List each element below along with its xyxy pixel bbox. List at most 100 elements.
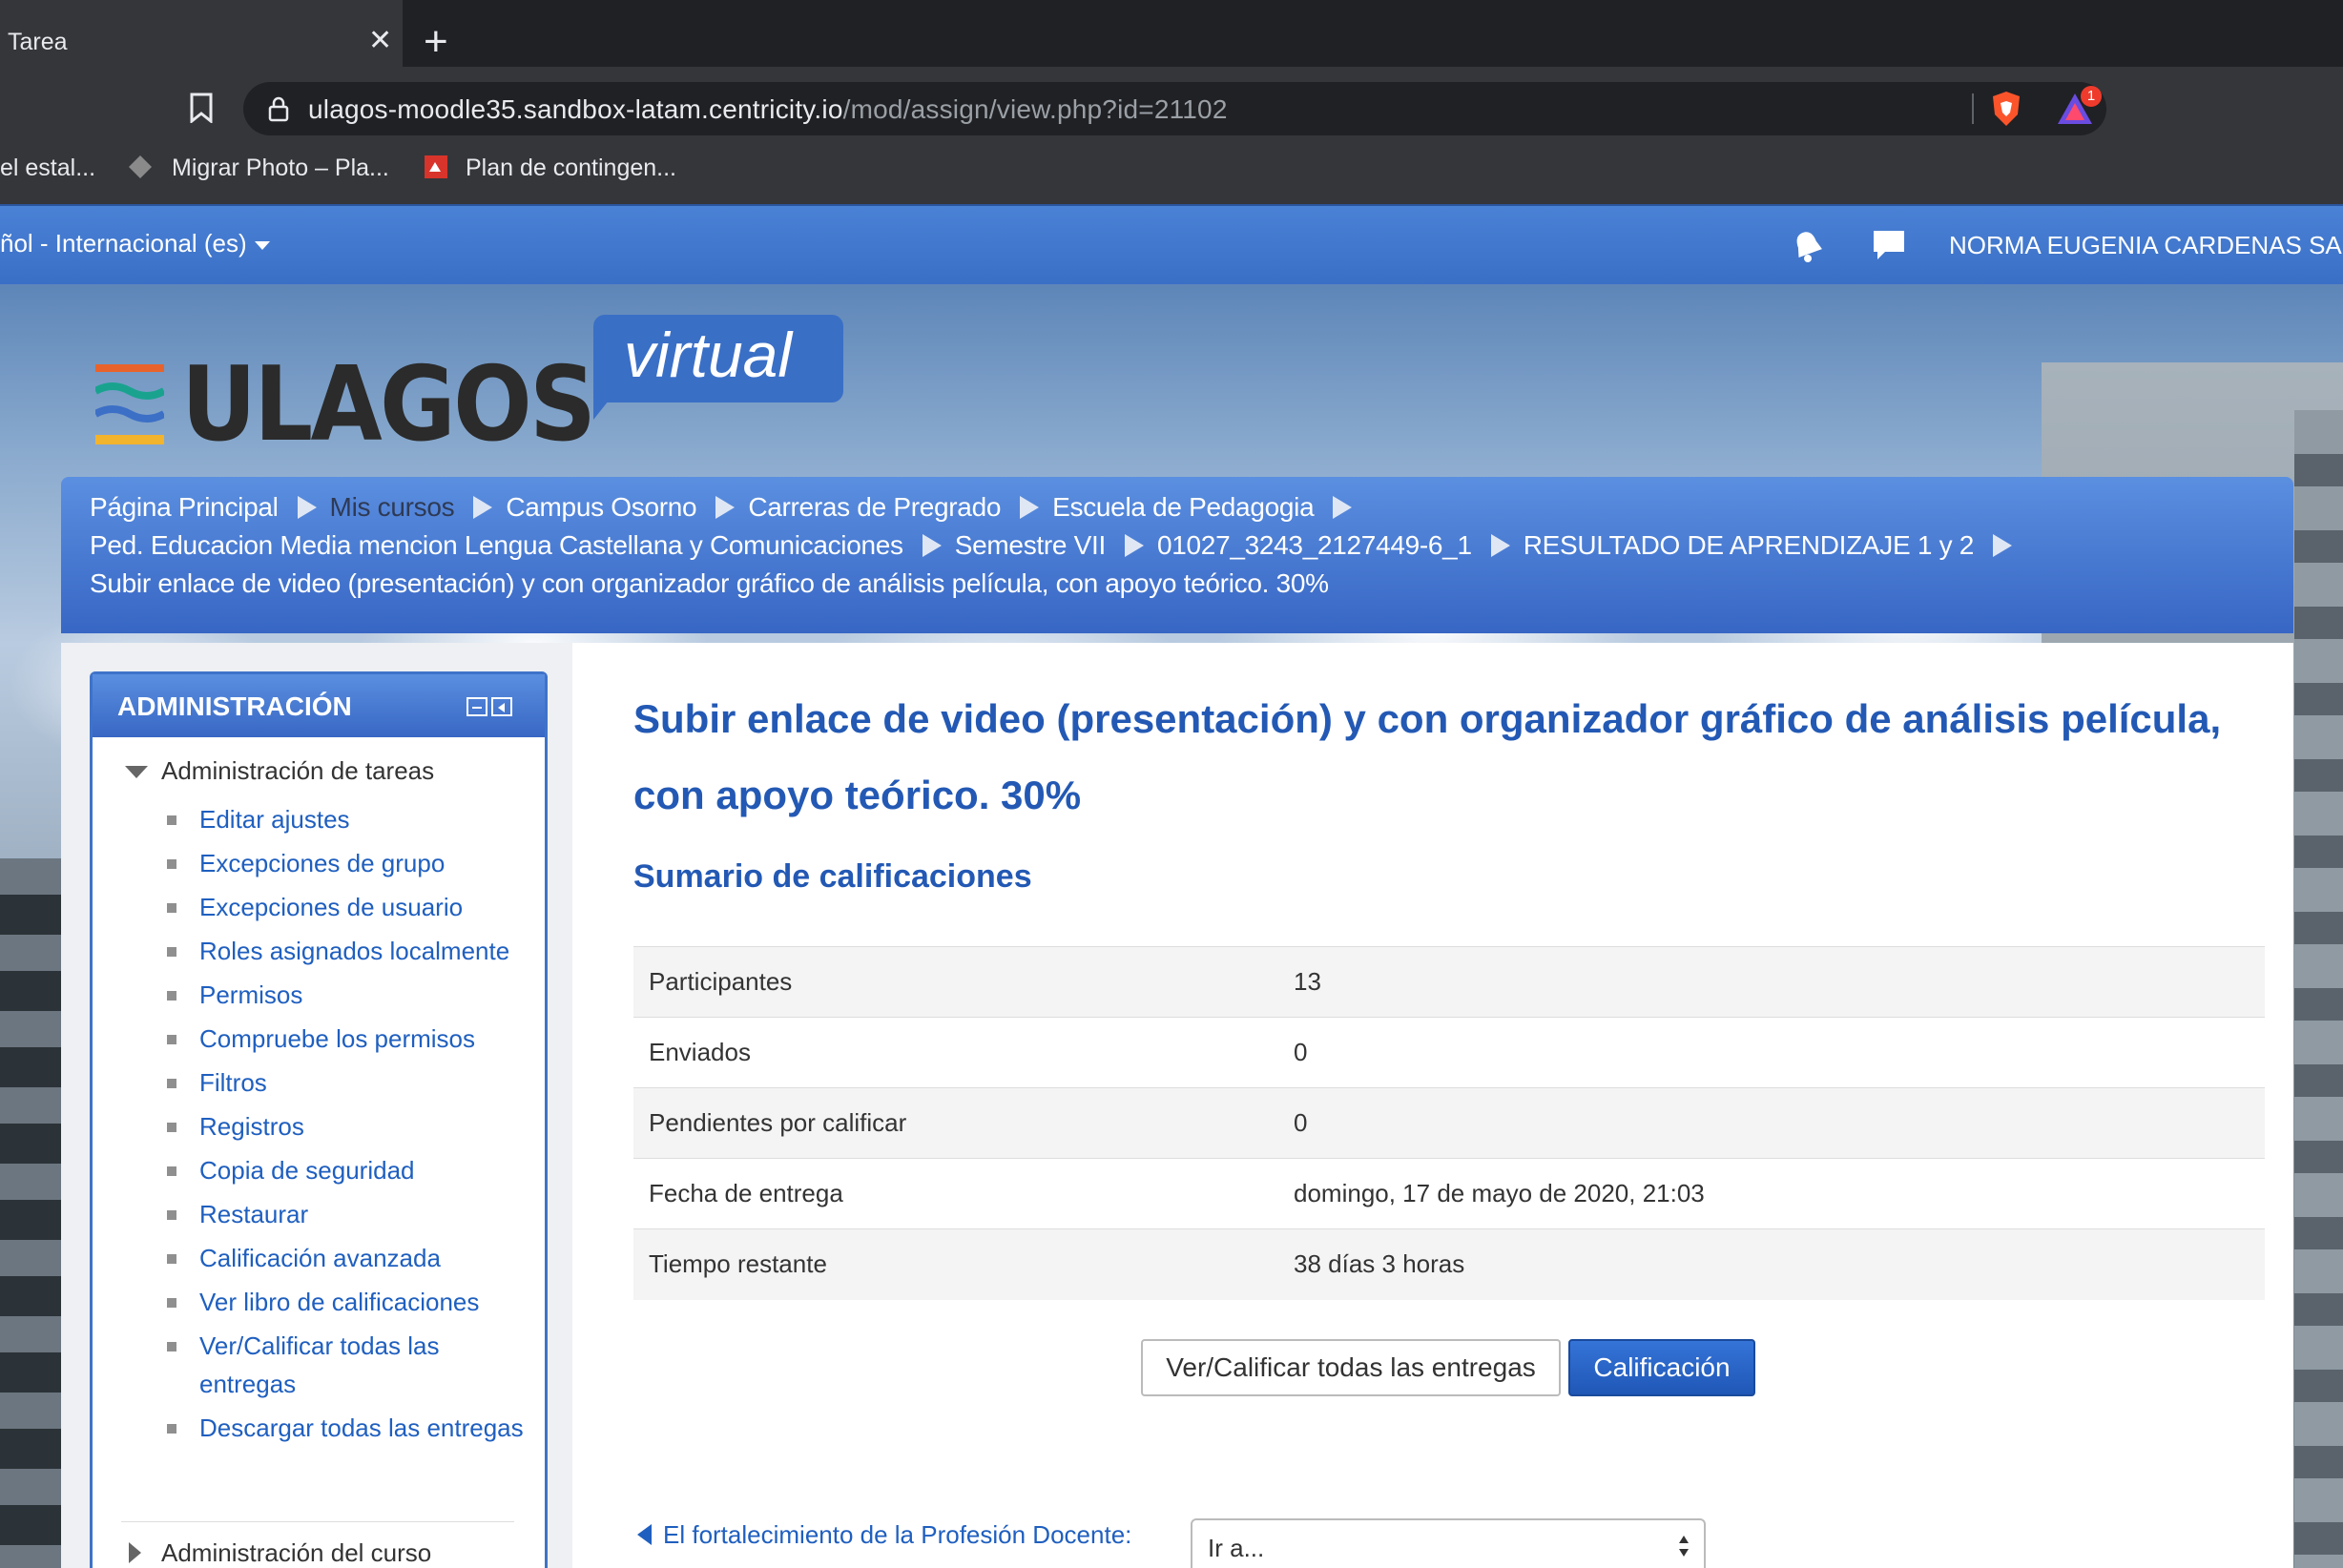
breadcrumb-arrow-icon — [1993, 534, 2013, 557]
ulagos-wordmark[interactable]: ULAGOS — [181, 345, 596, 464]
row-value: 38 días 3 horas — [1278, 1228, 2265, 1300]
breadcrumb-arrow-icon — [297, 496, 317, 519]
breadcrumb-item-my-courses: Mis cursos — [329, 492, 455, 522]
language-menu[interactable]: ñol - Internacional (es) — [0, 229, 270, 258]
bookmark-icon[interactable] — [189, 93, 214, 123]
admin-link-logs[interactable]: Registros — [167, 1107, 529, 1145]
grading-summary-table: Participantes 13 Enviados 0 Pendientes p… — [633, 946, 2265, 1300]
table-row: Tiempo restante 38 días 3 horas — [633, 1228, 2265, 1300]
block-minimize-icon[interactable] — [467, 697, 487, 716]
breadcrumb-arrow-icon — [922, 534, 942, 557]
grading-summary-heading: Sumario de calificaciones — [633, 858, 1032, 895]
jump-to-select[interactable]: Ir a... — [1191, 1518, 1706, 1568]
breadcrumb-arrow-icon — [1020, 496, 1040, 519]
breadcrumb-item-campus[interactable]: Campus Osorno — [506, 492, 696, 522]
table-row: Participantes 13 — [633, 946, 2265, 1018]
url-path: /mod/assign/view.php?id=21102 — [842, 94, 1228, 124]
breadcrumb-arrow-icon — [1490, 534, 1510, 557]
virtual-tagline: virtual — [624, 320, 793, 390]
row-label: Participantes — [633, 946, 1278, 1018]
breadcrumb-line: Subir enlace de video (presentación) y c… — [90, 568, 1329, 599]
new-tab-button[interactable]: + — [424, 21, 448, 63]
tree-node-course-admin[interactable]: Administración del curso — [125, 1538, 431, 1568]
block-divider — [121, 1521, 514, 1522]
language-label: ñol - Internacional (es) — [0, 229, 247, 258]
view-grade-all-button[interactable]: Ver/Calificar todas las entregas — [1141, 1339, 1561, 1396]
row-label: Enviados — [633, 1017, 1278, 1088]
admin-link-group-overrides[interactable]: Excepciones de grupo — [167, 844, 529, 882]
breadcrumb-arrow-icon — [1333, 496, 1353, 519]
tree-node-label: Administración de tareas — [161, 756, 435, 785]
browser-toolbar: ulagos-moodle35.sandbox-latam.centricity… — [0, 67, 2343, 139]
table-row: Pendientes por calificar 0 — [633, 1087, 2265, 1159]
tree-node-assignment-admin[interactable]: Administración de tareas — [125, 756, 434, 786]
moodle-navbar: ñol - Internacional (es) NORMA EUGENIA C… — [0, 204, 2343, 284]
user-menu[interactable]: NORMA EUGENIA CARDENAS SALD — [1949, 231, 2343, 260]
admin-link-filters[interactable]: Filtros — [167, 1063, 529, 1102]
breadcrumb-item-program[interactable]: Ped. Educacion Media mencion Lengua Cast… — [90, 530, 903, 560]
previous-activity-link[interactable]: El fortalecimiento de la Profesión Docen… — [637, 1520, 1131, 1550]
breadcrumb-item-assignment[interactable]: Subir enlace de video (presentación) y c… — [90, 568, 1329, 598]
grade-button[interactable]: Calificación — [1568, 1339, 1755, 1396]
admin-link-permissions[interactable]: Permisos — [167, 976, 529, 1014]
page-content: ADMINISTRACIÓN Administración de tareas … — [61, 643, 2293, 1568]
row-value: domingo, 17 de mayo de 2020, 21:03 — [1278, 1158, 2265, 1229]
triangle-right-icon — [129, 1542, 141, 1563]
admin-link-restore[interactable]: Restaurar — [167, 1195, 529, 1233]
building-left — [0, 858, 65, 1568]
table-row: Fecha de entrega domingo, 17 de mayo de … — [633, 1158, 2265, 1229]
tab-title: Tarea — [8, 29, 68, 55]
admin-link-user-overrides[interactable]: Excepciones de usuario — [167, 888, 529, 926]
admin-link-gradebook[interactable]: Ver libro de calificaciones — [167, 1283, 529, 1321]
page-title: Subir enlace de video (presentación) y c… — [633, 696, 2222, 817]
address-bar[interactable]: ulagos-moodle35.sandbox-latam.centricity… — [243, 82, 2106, 135]
breadcrumb-item-home[interactable]: Página Principal — [90, 492, 279, 522]
select-arrows-icon — [1679, 1536, 1689, 1557]
lock-icon[interactable] — [268, 95, 289, 122]
breadcrumb-item-school[interactable]: Escuela de Pedagogia — [1052, 492, 1315, 522]
virtual-bubble-tail — [593, 391, 616, 420]
administration-block: ADMINISTRACIÓN Administración de tareas … — [90, 671, 548, 1568]
messages-icon[interactable] — [1872, 229, 1906, 261]
breadcrumb-line: Página Principal Mis cursos Campus Osorno C… — [90, 492, 1365, 523]
tab-close-icon[interactable]: ✕ — [368, 27, 392, 55]
block-header: ADMINISTRACIÓN — [93, 674, 545, 737]
breadcrumb-arrow-icon — [1124, 534, 1144, 557]
admin-link-view-grade-all[interactable]: Ver/Calificar todas las entregas — [167, 1327, 529, 1403]
admin-link-download-all[interactable]: Descargar todas las entregas — [167, 1409, 529, 1447]
breadcrumb-arrow-icon — [473, 496, 493, 519]
bookmarks-bar: el estal... Migrar Photo – Pla... Plan d… — [0, 139, 2343, 204]
bookmark-item[interactable]: Plan de contingen... — [466, 155, 676, 182]
diamond-icon — [129, 155, 152, 178]
triangle-down-icon — [125, 766, 148, 778]
notification-bell-icon[interactable] — [1792, 229, 1824, 263]
breadcrumb-item-section[interactable]: RESULTADO DE APRENDIZAJE 1 y 2 — [1524, 530, 1975, 560]
admin-links: Editar ajustes Excepciones de grupo Exce… — [167, 800, 529, 1453]
block-dock-icon[interactable] — [491, 697, 512, 716]
brave-shields-icon[interactable] — [1989, 90, 2023, 128]
ulagos-logo-mark — [95, 364, 164, 444]
url-host: ulagos-moodle35.sandbox-latam.centricity… — [308, 94, 843, 124]
row-label: Pendientes por calificar — [633, 1087, 1278, 1159]
previous-activity-label: El fortalecimiento de la Profesión Docen… — [663, 1520, 1132, 1549]
jump-to-label: Ir a... — [1208, 1534, 1265, 1562]
document-icon — [425, 155, 447, 178]
breadcrumb-item-semester[interactable]: Semestre VII — [955, 530, 1107, 560]
row-value: 13 — [1278, 946, 2265, 1018]
bookmark-item[interactable]: Migrar Photo – Pla... — [172, 155, 389, 182]
building-right-windows — [2294, 410, 2343, 1568]
url-text[interactable]: ulagos-moodle35.sandbox-latam.centricity… — [308, 94, 1228, 125]
admin-link-advanced-grading[interactable]: Calificación avanzada — [167, 1239, 529, 1277]
bookmark-item[interactable]: el estal... — [0, 155, 95, 182]
breadcrumb-item-careers[interactable]: Carreras de Pregrado — [748, 492, 1001, 522]
admin-link-edit-settings[interactable]: Editar ajustes — [167, 800, 529, 838]
breadcrumb: Página Principal Mis cursos Campus Osorno C… — [61, 477, 2293, 633]
row-label: Fecha de entrega — [633, 1158, 1278, 1229]
breadcrumb-item-course[interactable]: 01027_3243_2127449-6_1 — [1157, 530, 1472, 560]
omnibox-separator — [1972, 93, 1974, 124]
admin-link-local-roles[interactable]: Roles asignados localmente — [167, 932, 529, 970]
left-column: ADMINISTRACIÓN Administración de tareas … — [61, 643, 572, 1568]
caret-down-icon — [254, 240, 270, 250]
admin-link-check-permissions[interactable]: Compruebe los permisos — [167, 1020, 529, 1058]
admin-link-backup[interactable]: Copia de seguridad — [167, 1151, 529, 1189]
